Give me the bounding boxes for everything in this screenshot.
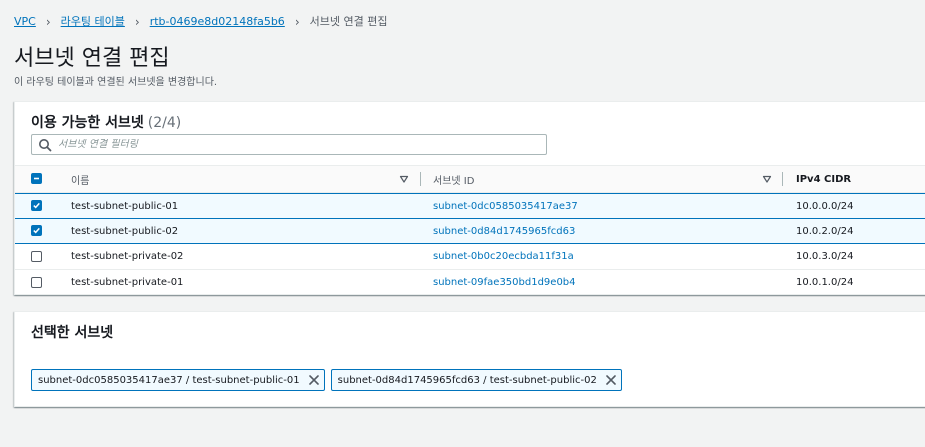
- close-icon[interactable]: [605, 374, 617, 386]
- subnets-table: 이름 서브넷 ID IPv4 CIDR test-subnet-public-0…: [15, 165, 925, 295]
- subnet-cidr: 10.0.3.0/24: [796, 251, 854, 262]
- available-subnets-title: 이용 가능한 서브넷: [31, 115, 144, 131]
- breadcrumb: VPC › 라우팅 테이블 › rtb-0469e8d02148fa5b6 › …: [14, 14, 387, 30]
- row-checkbox[interactable]: [31, 200, 42, 211]
- table-row[interactable]: test-subnet-public-02 subnet-0d84d174596…: [15, 219, 925, 244]
- column-header-name[interactable]: 이름: [71, 166, 89, 192]
- chevron-right-icon: ›: [294, 15, 300, 29]
- subnet-cidr: 10.0.0.0/24: [796, 200, 854, 212]
- table-header: 이름 서브넷 ID IPv4 CIDR: [15, 165, 925, 193]
- subnet-name: test-subnet-public-01: [71, 200, 179, 212]
- column-divider[interactable]: [420, 172, 421, 186]
- chevron-right-icon: ›: [45, 15, 51, 29]
- available-subnets-panel: 이용 가능한 서브넷(2/4) 이름 서브넷 ID: [14, 101, 925, 295]
- subnet-cidr: 10.0.1.0/24: [796, 277, 854, 288]
- page: VPC › 라우팅 테이블 › rtb-0469e8d02148fa5b6 › …: [0, 0, 925, 447]
- checkmark-icon: [33, 202, 40, 209]
- close-icon[interactable]: [308, 374, 320, 386]
- available-subnets-header: 이용 가능한 서브넷 (2/4): [31, 112, 181, 132]
- breadcrumb-route-table-id[interactable]: rtb-0469e8d02148fa5b6: [150, 14, 285, 30]
- subnet-id-link[interactable]: subnet-0d84d1745965fcd63: [433, 219, 575, 243]
- table-row[interactable]: test-subnet-private-02 subnet-0b0c20ecbd…: [15, 244, 925, 270]
- page-title: 서브넷 연결 편집: [14, 46, 170, 71]
- subnet-name: test-subnet-public-02: [71, 225, 179, 237]
- selected-subnet-token: subnet-0dc0585035417ae37 / test-subnet-p…: [31, 369, 325, 391]
- table-row[interactable]: test-subnet-public-01 subnet-0dc05850354…: [15, 193, 925, 219]
- subnet-id-link[interactable]: subnet-09fae350bd1d9e0b4: [433, 270, 576, 295]
- checkmark-icon: [33, 227, 40, 234]
- column-header-ipv4-cidr[interactable]: IPv4 CIDR: [796, 166, 851, 192]
- breadcrumb-route-tables[interactable]: 라우팅 테이블: [61, 14, 125, 30]
- row-checkbox[interactable]: [31, 251, 42, 262]
- table-row[interactable]: test-subnet-private-01 subnet-09fae350bd…: [15, 270, 925, 295]
- selected-subnet-token: subnet-0d84d1745965fcd63 / test-subnet-p…: [330, 369, 622, 391]
- subnet-id-link[interactable]: subnet-0dc0585035417ae37: [433, 194, 578, 218]
- indeterminate-icon: [34, 177, 39, 180]
- subnet-id-link[interactable]: subnet-0b0c20ecbda11f31a: [433, 244, 574, 269]
- selected-subnets-title: 선택한 서브넷: [31, 325, 114, 341]
- column-header-subnet-id[interactable]: 서브넷 ID: [433, 166, 474, 192]
- token-label: subnet-0d84d1745965fcd63 / test-subnet-p…: [337, 374, 597, 386]
- selected-subnets-panel: 선택한 서브넷 subnet-0dc0585035417ae37 / test-…: [14, 311, 925, 407]
- breadcrumb-vpc[interactable]: VPC: [14, 14, 36, 30]
- column-divider[interactable]: [782, 172, 783, 186]
- select-all-checkbox[interactable]: [31, 173, 42, 184]
- sort-caret-down-icon[interactable]: [399, 174, 409, 184]
- search-icon: [39, 138, 52, 151]
- page-description: 이 라우팅 테이블과 연결된 서브넷을 변경합니다.: [14, 77, 218, 88]
- subnet-filter-search[interactable]: [31, 134, 547, 155]
- row-checkbox[interactable]: [31, 225, 42, 236]
- breadcrumb-current: 서브넷 연결 편집: [309, 15, 388, 28]
- row-checkbox[interactable]: [31, 277, 42, 288]
- available-subnets-count: (2/4): [147, 115, 182, 131]
- subnet-cidr: 10.0.2.0/24: [796, 225, 854, 237]
- subnet-name: test-subnet-private-02: [71, 251, 184, 262]
- selected-tokens: subnet-0dc0585035417ae37 / test-subnet-p…: [31, 369, 628, 391]
- token-label: subnet-0dc0585035417ae37 / test-subnet-p…: [38, 374, 300, 386]
- search-input[interactable]: [58, 139, 546, 150]
- chevron-right-icon: ›: [134, 15, 140, 29]
- subnet-name: test-subnet-private-01: [71, 277, 184, 288]
- sort-caret-down-icon[interactable]: [762, 174, 772, 184]
